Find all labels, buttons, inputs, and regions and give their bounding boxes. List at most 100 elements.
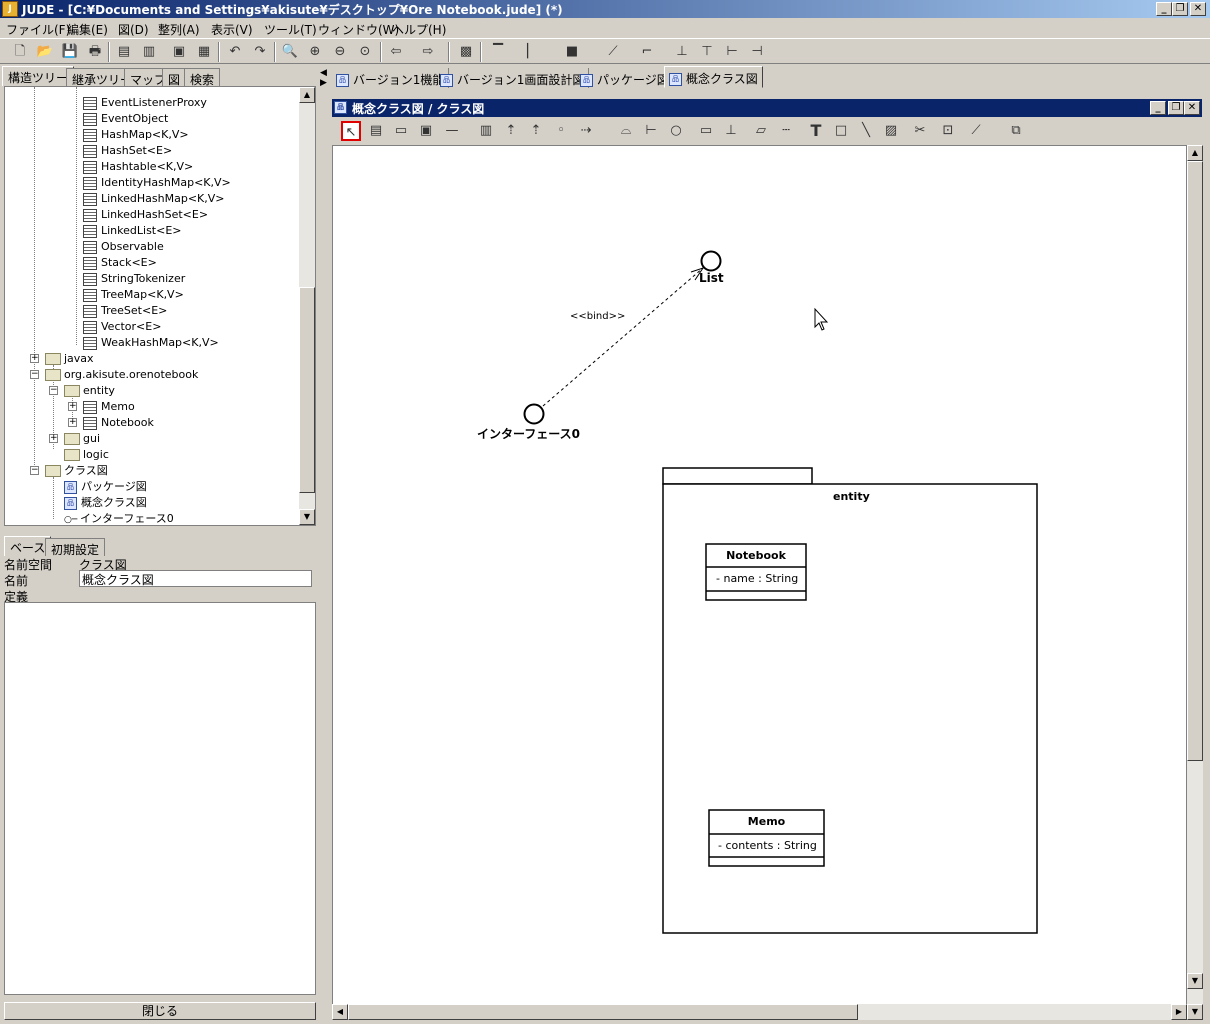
tree-item-class[interactable]: WeakHashMap<K,V> [83, 335, 219, 351]
scroll-thumb[interactable] [348, 1004, 858, 1020]
diagram-canvas[interactable]: List インターフェース0 <<bind>> entity Notebook … [332, 145, 1187, 1005]
collapse-icon[interactable]: − [30, 466, 39, 475]
note-tool-icon[interactable]: ▭ [696, 121, 716, 141]
tree-item-concept-diagram[interactable]: 品概念クラス図 [64, 495, 147, 511]
tree-item-memo[interactable]: Memo [83, 399, 135, 415]
frame-close-button[interactable]: ✕ [1184, 101, 1200, 115]
collapse-icon[interactable]: − [49, 386, 58, 395]
name-field[interactable]: 概念クラス図 [79, 570, 312, 587]
anchor-tool-icon[interactable]: ⊥ [721, 121, 741, 141]
text-tool-icon[interactable]: T [806, 121, 826, 141]
dependency-arrow-icon[interactable]: ⇢ [576, 121, 596, 141]
tab-package-diagram[interactable]: 品パッケージ図 [576, 68, 674, 88]
undo-icon[interactable]: ↶ [225, 42, 245, 62]
entity-tool-icon[interactable]: ○ [666, 121, 686, 141]
association-tool-icon[interactable]: — [442, 121, 462, 141]
menu-tool[interactable]: ツール(T) [264, 21, 317, 38]
tree-item-class[interactable]: TreeMap<K,V> [83, 287, 184, 303]
maximize-button[interactable]: ❐ [1172, 2, 1188, 16]
expand-icon[interactable]: + [49, 434, 58, 443]
tree-item-class[interactable]: IdentityHashMap<K,V> [83, 175, 231, 191]
tree-item-class-diagram-folder[interactable]: クラス図 [45, 463, 108, 479]
tree-item-class[interactable]: StringTokenizer [83, 271, 185, 287]
boundary-tool-icon[interactable]: ⌓ [616, 121, 636, 141]
scroll-down-icon[interactable]: ▼ [1187, 1004, 1203, 1020]
minimize-button[interactable]: _ [1156, 2, 1172, 16]
line-tool-icon[interactable]: ╲ [856, 121, 876, 141]
tree-scrollbar[interactable]: ▲ ▼ [299, 87, 315, 525]
copy-icon[interactable]: ▥ [139, 42, 159, 62]
zoom-in-icon[interactable]: ⊕ [305, 42, 325, 62]
tree-item-class[interactable]: LinkedHashMap<K,V> [83, 191, 224, 207]
scroll-down-icon[interactable]: ▼ [299, 509, 315, 525]
note-anchor-icon[interactable]: ┄ [776, 121, 796, 141]
select-tool-icon[interactable]: ↖ [341, 121, 361, 141]
tree-item-entity[interactable]: entity [64, 383, 115, 399]
canvas-vertical-scrollbar[interactable]: ▲ ▼ [1187, 145, 1203, 1005]
frame-minimize-button[interactable]: _ [1150, 101, 1166, 115]
tree-item-class[interactable]: LinkedHashSet<E> [83, 207, 208, 223]
line-style-icon[interactable]: ⟋ [603, 42, 623, 62]
save-icon[interactable]: 💾 [60, 42, 80, 62]
line-shape-icon[interactable]: ⌐ [637, 42, 657, 62]
interface0-circle[interactable] [523, 403, 545, 425]
scroll-right-icon[interactable]: ▶ [1171, 1004, 1187, 1020]
new-file-icon[interactable]: 🗋 [10, 42, 30, 62]
paste-icon[interactable]: ▣ [169, 42, 189, 62]
note-box-icon[interactable]: ▱ [751, 121, 771, 141]
tree-item-gui[interactable]: gui [64, 431, 100, 447]
print-icon[interactable]: 🖶 [85, 42, 105, 62]
tab-structure-tree[interactable]: 構造ツリー [2, 66, 75, 86]
layout-h-icon[interactable]: ⊢ [722, 42, 742, 62]
layout-icon[interactable]: ⊤ [697, 42, 717, 62]
close-button[interactable]: 閉じる [4, 1002, 316, 1020]
menu-file[interactable]: ファイル(F) [6, 21, 70, 38]
tree-item-javax[interactable]: javax [45, 351, 94, 367]
tree-item-notebook[interactable]: Notebook [83, 415, 154, 431]
expand-icon[interactable]: + [68, 402, 77, 411]
scroll-left-icon[interactable]: ◀ [332, 1004, 348, 1020]
generalization-tool-icon[interactable]: ⇡ [501, 121, 521, 141]
menu-window[interactable]: ウィンドウ(W) [318, 21, 399, 38]
close-window-button[interactable]: ✕ [1190, 2, 1206, 16]
tree-item-class[interactable]: TreeSet<E> [83, 303, 167, 319]
scroll-down-icon[interactable]: ▼ [1187, 973, 1203, 989]
tree-item-class[interactable]: LinkedList<E> [83, 223, 182, 239]
scroll-thumb[interactable] [1187, 161, 1203, 761]
collapse-right-icon[interactable]: ▶ [320, 78, 327, 88]
frame-maximize-button[interactable]: ❐ [1168, 101, 1184, 115]
redo-icon[interactable]: ↷ [250, 42, 270, 62]
measure-tool-icon[interactable]: ✂ [910, 121, 930, 141]
subsystem-tool-icon[interactable]: ▣ [416, 121, 436, 141]
tree-item-class[interactable]: HashMap<K,V> [83, 127, 189, 143]
canvas-horizontal-scrollbar[interactable]: ◀ ▶ [332, 1004, 1187, 1020]
tree-item-class[interactable]: EventListenerProxy [83, 95, 207, 111]
collapse-left-icon[interactable]: ◀ [320, 68, 327, 78]
tab-version1-screen[interactable]: 品バージョン1画面設計図 [436, 68, 590, 88]
structure-tree[interactable]: EventListenerProxy EventObject HashMap<K… [4, 86, 316, 526]
zoom-out-icon[interactable]: ⊖ [330, 42, 350, 62]
cut-icon[interactable]: ▤ [114, 42, 134, 62]
tree-item-class[interactable]: Stack<E> [83, 255, 157, 271]
fill-color-icon[interactable]: ■ [562, 42, 582, 62]
paste-special-icon[interactable]: ▦ [194, 42, 214, 62]
find-icon[interactable]: 🔍 [280, 42, 300, 62]
grid-tool-icon[interactable]: ⊡ [938, 121, 958, 141]
class-tool-icon[interactable]: ▤ [366, 121, 386, 141]
tree-item-logic[interactable]: logic [64, 447, 109, 463]
tree-item-class[interactable]: Hashtable<K,V> [83, 159, 193, 175]
tree-item-interface0[interactable]: ○─ インターフェース0 [64, 511, 174, 525]
line-style-tool-icon[interactable]: ⟋ [966, 121, 986, 141]
menu-view[interactable]: 表示(V) [211, 21, 253, 38]
tree-item-class[interactable]: Observable [83, 239, 164, 255]
scroll-up-icon[interactable]: ▲ [299, 87, 315, 103]
tab-search[interactable]: 検索 [184, 68, 221, 87]
layer-tool-icon[interactable]: ⧉ [1006, 121, 1026, 141]
dependency-tool-icon[interactable]: ◦ [551, 121, 571, 141]
tree-item-package-diagram[interactable]: 品パッケージ図 [64, 479, 147, 495]
tree-item-class[interactable]: EventObject [83, 111, 168, 127]
rectangle-tool-icon[interactable]: □ [831, 121, 851, 141]
realization-tool-icon[interactable]: ⇡ [526, 121, 546, 141]
interface-list-circle[interactable] [700, 250, 722, 272]
bind-dependency-line[interactable] [542, 267, 704, 407]
